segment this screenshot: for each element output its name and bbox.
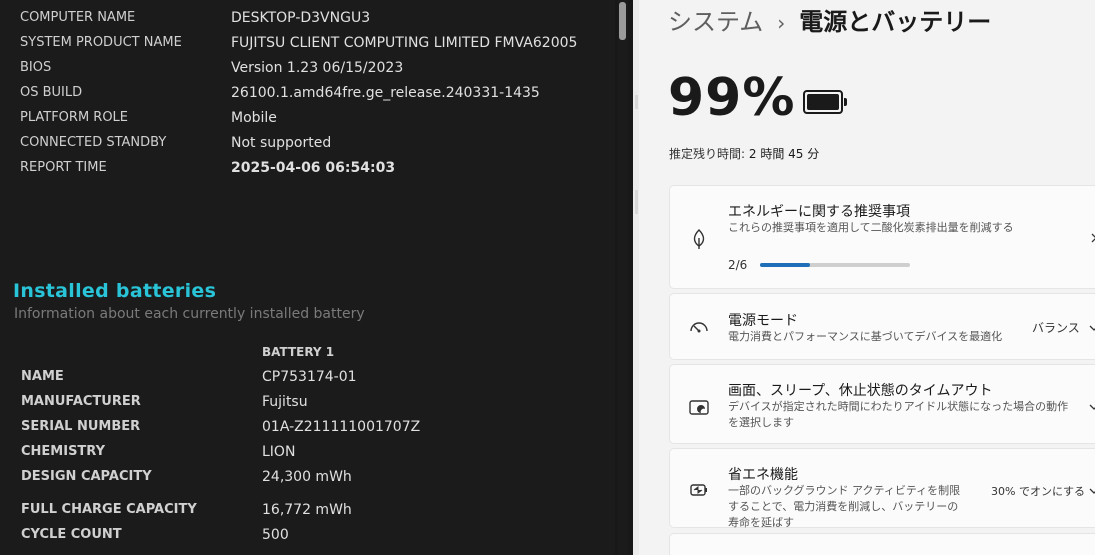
recommendations-progress-text: 2/6 [728,258,748,272]
battery-info-label: CYCLE COUNT [21,527,122,542]
next-settings-card[interactable] [669,533,1095,555]
breadcrumb-separator: › [777,11,786,35]
energy-recommendations-desc: これらの推奨事項を適用して二酸化炭素排出量を削減する [728,221,1014,234]
energy-saver-desc: 一部のバックグラウンド アクティビティを制限することで、電力消費を削減し、バッテ… [728,484,961,529]
battery-info-label: FULL CHARGE CAPACITY [21,502,197,517]
chevron-down-icon[interactable] [1088,401,1095,413]
chevron-down-icon[interactable] [1088,322,1095,334]
energy-saver-title: 省エネ機能 [728,467,798,483]
energy-saver-dropdown[interactable]: 30% でオンにする [991,483,1085,499]
battery-info-value: 16,772 mWh [262,502,352,518]
chevron-down-icon[interactable] [1088,485,1095,497]
system-info-label: COMPUTER NAME [20,10,136,25]
settings-window: システム › 電源とバッテリー 99% 推定残り時間: 2 時間 45 分 エネルギ… [633,0,1095,555]
screen-sleep-desc: デバイスが指定された時間にわたりアイドル状態になった場合の動作を選択します [728,400,1069,429]
screen-sleep-title: 画面、スリープ、休止状態のタイムアウト [728,383,993,399]
leaf-icon [693,229,705,249]
battery-report-pane: COMPUTER NAME DESKTOP-D3VNGU3 SYSTEM PRODU… [0,0,615,555]
energy-recommendations-card[interactable]: エネルギーに関する推奨事項 これらの推奨事項を適用して二酸化炭素排出量を削減する… [669,185,1095,289]
gauge-icon [690,322,708,333]
battery-info-value: 500 [262,527,289,543]
energy-saver-card[interactable]: 省エネ機能 一部のバックグラウンド アクティビティを制限することで、電力消費を削… [669,448,1095,529]
system-info-value: 26100.1.amd64fre.ge_release.240331-1435 [231,85,540,101]
energy-recommendations-title: エネルギーに関する推奨事項 [728,204,910,220]
settings-nav-edge [633,0,639,555]
chevron-right-icon [1091,233,1095,243]
power-mode-desc: 電力消費とパフォーマンスに基づいてデバイスを最適化 [728,330,1003,343]
battery-column-header: BATTERY 1 [262,345,335,359]
screen-sleep-card[interactable]: 画面、スリープ、休止状態のタイムアウト デバイスが指定された時間にわたりアイドル… [669,364,1095,444]
installed-batteries-subheading: Information about each currently install… [14,306,365,322]
breadcrumb-system-link[interactable]: システム [668,8,763,36]
battery-percent: 99% [668,68,796,128]
system-info-value: Version 1.23 06/15/2023 [231,60,404,76]
battery-info-value: CP753174-01 [262,369,357,385]
power-mode-dropdown[interactable]: バランス [1032,319,1080,336]
remaining-time-label: 推定残り時間: [669,147,746,161]
battery-info-label: SERIAL NUMBER [21,419,141,434]
battery-info-value: 01A-Z211111001707Z [262,419,421,435]
battery-info-label: MANUFACTURER [21,394,141,409]
system-info-value: 2025-04-06 06:54:03 [231,160,396,176]
battery-info-value: LION [262,444,296,460]
power-mode-card[interactable]: 電源モード 電力消費とパフォーマンスに基づいてデバイスを最適化 バランス [669,293,1095,360]
system-info-value: Not supported [231,135,332,151]
system-info-label: CONNECTED STANDBY [20,135,167,150]
installed-batteries-heading: Installed batteries [13,280,217,302]
battery-info-label: DESIGN CAPACITY [21,469,152,484]
system-info-value: DESKTOP-D3VNGU3 [231,10,371,26]
screen-sleep-icon [689,400,709,415]
report-scroll-thumb[interactable] [619,2,626,40]
breadcrumb: システム › 電源とバッテリー [668,4,991,40]
system-info-label: PLATFORM ROLE [20,110,129,125]
power-mode-title: 電源モード [728,313,798,329]
recommendations-progress-bar [760,263,910,267]
battery-info-label: NAME [21,369,64,384]
battery-info-value: 24,300 mWh [262,469,352,485]
report-scrollbar[interactable] [618,0,628,555]
recommendations-progress-fill [760,263,810,267]
page-title: 電源とバッテリー [799,8,992,36]
battery-info-value: Fujitsu [262,394,308,410]
energy-saver-icon [690,484,707,496]
system-info-label: OS BUILD [20,85,83,100]
remaining-time: 推定残り時間: 2 時間 45 分 [669,145,819,162]
battery-icon [803,90,847,114]
system-info-label: REPORT TIME [20,160,107,175]
system-info-label: SYSTEM PRODUCT NAME [20,35,182,50]
battery-info-label: CHEMISTRY [21,444,106,459]
system-info-value: FUJITSU CLIENT COMPUTING LIMITED FMVA620… [231,35,578,51]
remaining-time-value: 2 時間 45 分 [748,147,820,161]
system-info-label: BIOS [20,60,52,75]
system-info-value: Mobile [231,110,277,126]
